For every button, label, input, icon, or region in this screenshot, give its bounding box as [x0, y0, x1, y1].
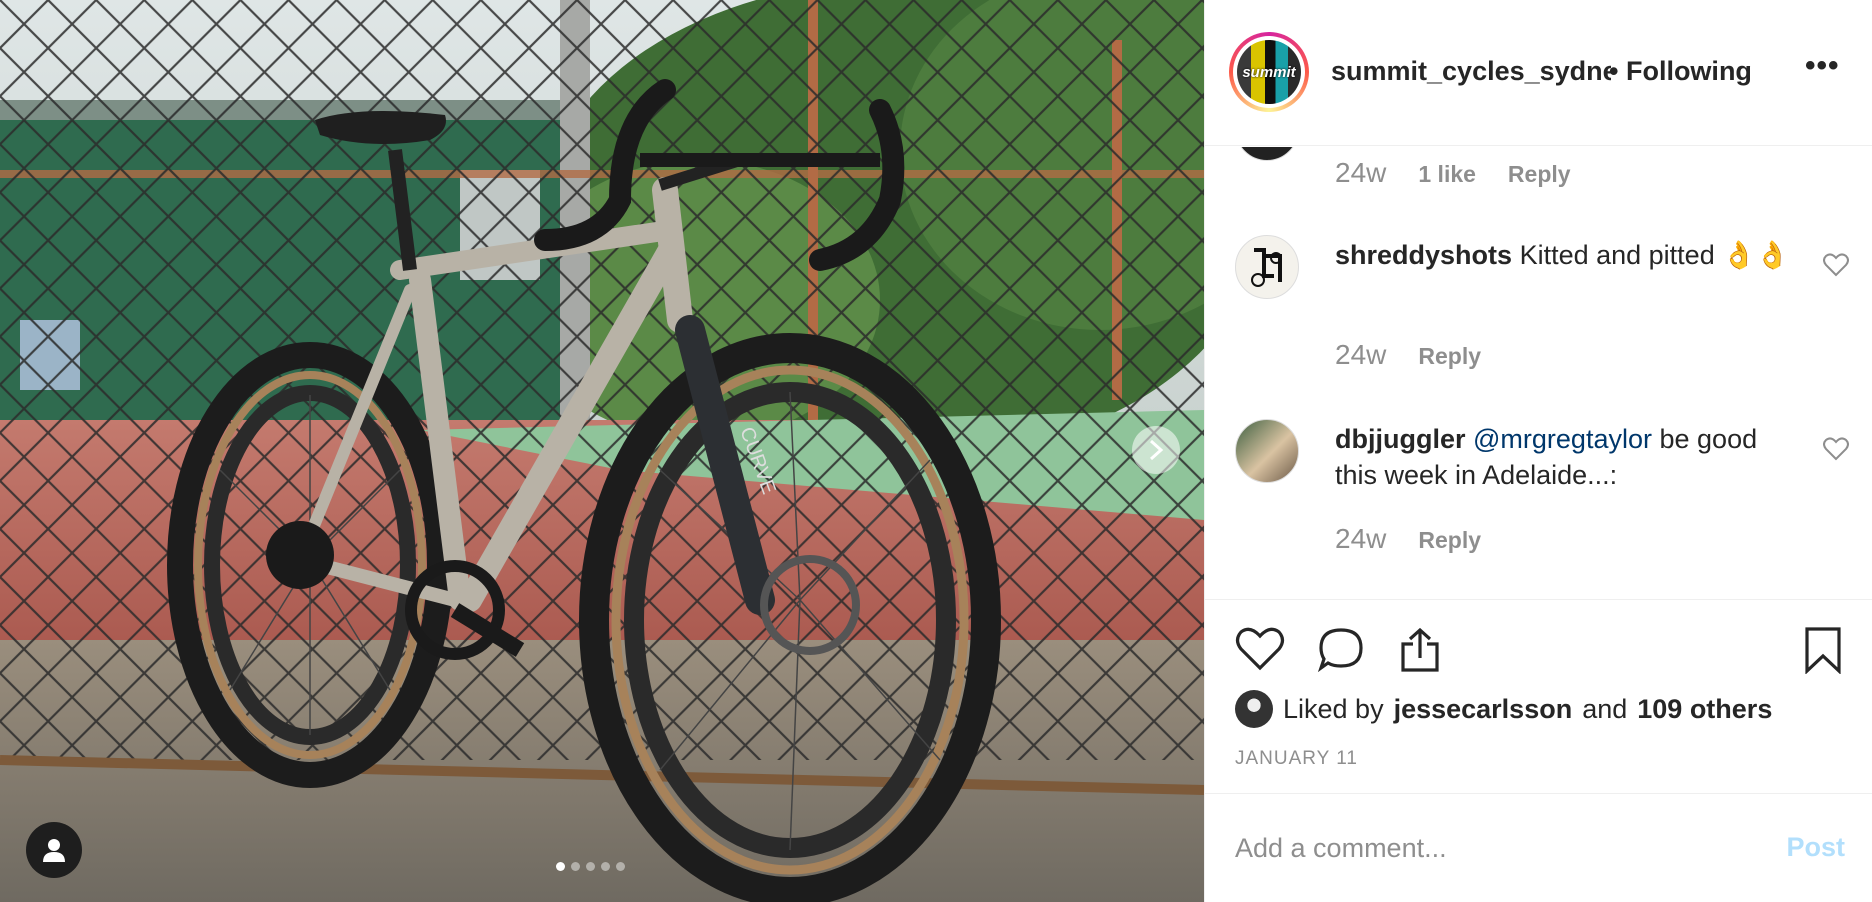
carousel-dot — [556, 862, 565, 871]
comment-bubble-icon[interactable] — [1317, 626, 1365, 672]
carousel-next-button[interactable] — [1132, 426, 1180, 474]
comment-avatar[interactable] — [1235, 147, 1299, 161]
avatar-frame: summit — [1233, 36, 1305, 108]
comment-reply-button[interactable]: Reply — [1418, 527, 1481, 554]
likes-joiner: and — [1582, 693, 1628, 724]
likes-prefix: Liked by — [1283, 693, 1384, 724]
comment-mention-link[interactable]: @mrgregtaylor — [1473, 424, 1652, 454]
avatar-image: summit — [1237, 40, 1301, 104]
like-comment-heart-icon[interactable] — [1823, 437, 1849, 461]
likes-others-link[interactable]: 109 others — [1637, 694, 1772, 725]
comment-text: Kitted and pitted 👌👌 — [1519, 240, 1790, 270]
comment-meta: 24w Reply — [1335, 339, 1481, 371]
comment-timestamp: 24w — [1335, 523, 1387, 554]
more-options-icon[interactable]: ••• — [1805, 51, 1840, 81]
liker-avatar[interactable] — [1235, 690, 1273, 728]
carousel-dot — [571, 862, 580, 871]
likes-summary: Liked by jessecarlsson and 109 others — [1235, 690, 1772, 728]
avatar-logo-text: summit — [1242, 64, 1296, 81]
post-actions: Liked by jessecarlsson and 109 others JA… — [1205, 599, 1872, 793]
comment-body: shreddyshots Kitted and pitted 👌👌 — [1335, 237, 1805, 273]
comment-avatar[interactable] — [1235, 419, 1299, 483]
shreddy-logo-icon — [1251, 248, 1282, 287]
comment-avatar[interactable] — [1235, 235, 1299, 299]
comment-timestamp: 24w — [1335, 157, 1387, 188]
comment-username[interactable]: dbjjuggler — [1335, 424, 1466, 454]
following-button[interactable]: • Following — [1609, 56, 1752, 87]
comment-meta: 24w 1 like Reply — [1335, 157, 1571, 189]
comment-username[interactable]: shreddyshots — [1335, 240, 1512, 270]
carousel-dot — [601, 862, 610, 871]
add-comment-input[interactable] — [1235, 826, 1755, 870]
post-header: summit summit_cycles_sydney • Following … — [1205, 0, 1872, 146]
comment-likes-link[interactable]: 1 like — [1418, 161, 1476, 188]
post-author-username[interactable]: summit_cycles_sydney — [1331, 56, 1611, 87]
like-heart-icon[interactable] — [1235, 626, 1285, 672]
user-icon — [43, 839, 65, 862]
comment-timestamp: 24w — [1335, 339, 1387, 370]
comment-reply-button[interactable]: Reply — [1508, 161, 1571, 188]
carousel-dot — [616, 862, 625, 871]
add-comment-bar: Post — [1205, 793, 1872, 902]
tagged-users-button[interactable] — [26, 822, 82, 878]
bike-photo: CURVE — [0, 0, 1204, 902]
post-photo[interactable]: CURVE — [0, 0, 1204, 902]
profile-avatar[interactable]: summit — [1229, 32, 1309, 112]
share-icon[interactable] — [1397, 626, 1443, 674]
post-sidebar: summit summit_cycles_sydney • Following … — [1204, 0, 1872, 902]
post-date[interactable]: JANUARY 11 — [1235, 748, 1358, 770]
post-comment-button[interactable]: Post — [1786, 832, 1845, 863]
chevron-right-icon — [1149, 439, 1164, 461]
bookmark-icon[interactable] — [1803, 626, 1843, 674]
carousel-indicator — [556, 862, 625, 871]
liker-username[interactable]: jessecarlsson — [1394, 694, 1573, 725]
comments-list[interactable]: 24w 1 like Reply shreddyshots Kitted and… — [1205, 147, 1872, 599]
comment-meta: 24w Reply — [1335, 523, 1481, 555]
comment-reply-button[interactable]: Reply — [1418, 343, 1481, 370]
comment-body: dbjjuggler @mrgregtaylor be good this we… — [1335, 421, 1805, 493]
carousel-dot — [586, 862, 595, 871]
like-comment-heart-icon[interactable] — [1823, 253, 1849, 277]
